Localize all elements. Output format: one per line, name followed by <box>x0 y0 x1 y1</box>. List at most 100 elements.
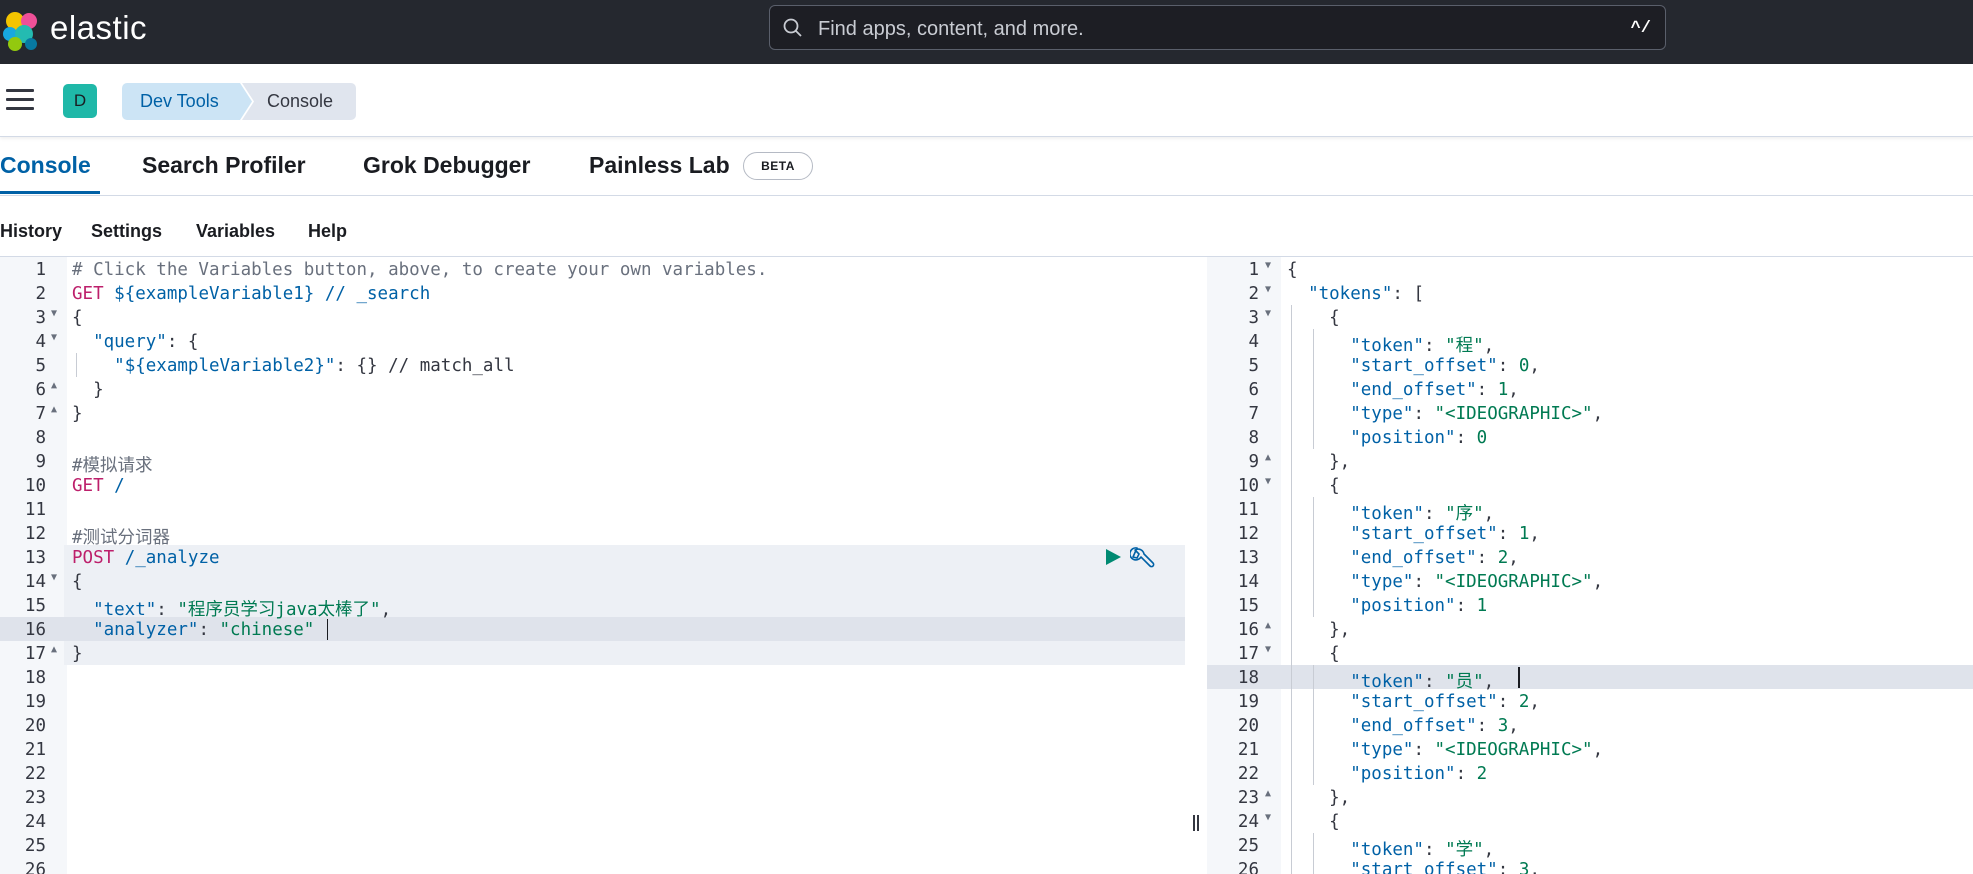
code-token: "type" <box>1350 740 1414 760</box>
code-line[interactable]: 10 ▼ { <box>1207 473 1973 497</box>
code-line[interactable]: 8 <box>0 425 1185 449</box>
space-avatar[interactable]: D <box>63 84 97 118</box>
code-line[interactable]: 4 "token": "程", <box>1207 329 1973 356</box>
hamburger-menu-icon[interactable] <box>6 89 34 111</box>
fold-open-icon[interactable]: ▼ <box>1265 284 1271 295</box>
pane-resizer-handle[interactable] <box>1188 257 1204 874</box>
code-line[interactable]: 13 POST /_analyze <box>0 545 1185 569</box>
code-line[interactable]: 18 <box>0 665 1185 689</box>
code-token: 1 <box>1476 596 1488 616</box>
code-line[interactable]: 18 "token": "员", <box>1207 665 1973 692</box>
line-number: 18 <box>24 668 46 688</box>
code-line[interactable]: 3 ▼ { <box>0 305 1185 329</box>
play-icon[interactable] <box>1104 548 1122 566</box>
history-button[interactable]: History <box>0 221 62 242</box>
code-line[interactable]: 24 <box>0 809 1185 833</box>
code-line[interactable]: 7 ▲} <box>0 401 1185 425</box>
code-line[interactable]: 16 "analyzer": "chinese" <box>0 617 1185 641</box>
fold-close-icon[interactable]: ▲ <box>51 404 57 415</box>
code-line[interactable]: 20 "end_offset": 3, <box>1207 713 1973 737</box>
code-line[interactable]: 26 "start_offset": 3, <box>1207 857 1973 874</box>
fold-close-icon[interactable]: ▲ <box>1265 620 1271 631</box>
code-line[interactable]: 3 ▼ { <box>1207 305 1973 329</box>
response-editor[interactable]: 1 ▼ {2 ▼ "tokens": [3 ▼ {4 "token": "程", 5 "s… <box>1207 257 1973 874</box>
tab-painless-lab[interactable]: Painless Lab <box>589 152 730 179</box>
fold-open-icon[interactable]: ▼ <box>1265 476 1271 487</box>
fold-close-icon[interactable]: ▲ <box>51 380 57 391</box>
code-text: { <box>72 308 83 328</box>
code-line[interactable]: 22 "position": 2 <box>1207 761 1973 785</box>
code-line[interactable]: 14 "type": "<IDEOGRAPHIC>", <box>1207 569 1973 593</box>
fold-open-icon[interactable]: ▼ <box>51 308 57 319</box>
fold-open-icon[interactable]: ▼ <box>1265 260 1271 271</box>
code-line[interactable]: 6 ▲ } <box>0 377 1185 401</box>
breadcrumb-dev-tools[interactable]: Dev Tools <box>122 83 252 120</box>
tab-console[interactable]: Console <box>0 152 91 179</box>
elastic-logo[interactable] <box>0 8 44 52</box>
code-line[interactable]: 2 GET ${exampleVariable1} // _search <box>0 281 1185 305</box>
code-line[interactable]: 12 "start_offset": 1, <box>1207 521 1973 545</box>
code-line[interactable]: 17 ▲} <box>0 641 1185 665</box>
code-line[interactable]: 5 "${exampleVariable2}": {} // match_all <box>0 353 1185 377</box>
request-editor[interactable]: 1 # Click the Variables button, above, to… <box>0 257 1185 874</box>
active-tab-indicator <box>0 191 100 194</box>
help-button[interactable]: Help <box>308 221 347 242</box>
line-number: 16 <box>24 620 46 640</box>
tab-search-profiler[interactable]: Search Profiler <box>142 152 306 179</box>
code-token: "end_offset" <box>1350 716 1477 736</box>
code-line[interactable]: 11 "token": "序", <box>1207 497 1973 524</box>
fold-open-icon[interactable]: ▼ <box>51 572 57 583</box>
code-line[interactable]: 4 ▼ "query": { <box>0 329 1185 353</box>
code-line[interactable]: 22 <box>0 761 1185 785</box>
code-line[interactable]: 5 "start_offset": 0, <box>1207 353 1973 377</box>
code-line[interactable]: 15 "text": "程序员学习java太棒了", <box>0 593 1185 620</box>
code-line[interactable]: 14 ▼ { <box>0 569 1185 593</box>
global-search[interactable]: Find apps, content, and more. ^/ <box>769 5 1666 50</box>
code-line[interactable]: 24 ▼ { <box>1207 809 1973 833</box>
fold-close-icon[interactable]: ▲ <box>1265 788 1271 799</box>
tab-grok-debugger[interactable]: Grok Debugger <box>363 152 530 179</box>
fold-open-icon[interactable]: ▼ <box>1265 308 1271 319</box>
code-line[interactable]: 6 "end_offset": 1, <box>1207 377 1973 401</box>
variables-button[interactable]: Variables <box>196 221 275 242</box>
code-line[interactable]: 17 ▼ { <box>1207 641 1973 665</box>
code-line[interactable]: 16 ▲ }, <box>1207 617 1973 641</box>
code-line[interactable]: 12 #测试分词器 <box>0 521 1185 548</box>
code-line[interactable]: 1 ▼ { <box>1207 257 1973 281</box>
code-line[interactable]: 2 ▼ "tokens": [ <box>1207 281 1973 305</box>
code-line[interactable]: 19 <box>0 689 1185 713</box>
code-line[interactable]: 8 "position": 0 <box>1207 425 1973 449</box>
brand-name[interactable]: elastic <box>50 9 147 47</box>
fold-open-icon[interactable]: ▼ <box>51 332 57 343</box>
code-line[interactable]: 21 "type": "<IDEOGRAPHIC>", <box>1207 737 1973 761</box>
code-line[interactable]: 19 "start_offset": 2, <box>1207 689 1973 713</box>
code-text: "end_offset": 2, <box>1287 548 1519 568</box>
fold-open-icon[interactable]: ▼ <box>1265 644 1271 655</box>
code-line[interactable]: 9 ▲ }, <box>1207 449 1973 473</box>
code-line[interactable]: 25 "token": "学", <box>1207 833 1973 860</box>
code-line[interactable]: 26 <box>0 857 1185 874</box>
fold-close-icon[interactable]: ▲ <box>51 644 57 655</box>
fold-open-icon[interactable]: ▼ <box>1265 812 1271 823</box>
code-line[interactable]: 23 ▲ }, <box>1207 785 1973 809</box>
code-line[interactable]: 10 GET / <box>0 473 1185 497</box>
settings-button[interactable]: Settings <box>91 221 162 242</box>
fold-close-icon[interactable]: ▲ <box>1265 452 1271 463</box>
code-line[interactable]: 20 <box>0 713 1185 737</box>
code-line[interactable]: 15 "position": 1 <box>1207 593 1973 617</box>
code-line[interactable]: 13 "end_offset": 2, <box>1207 545 1973 569</box>
code-line[interactable]: 21 <box>0 737 1185 761</box>
wrench-icon[interactable] <box>1130 545 1156 571</box>
code-line[interactable]: 9 #模拟请求 <box>0 449 1185 476</box>
code-line[interactable]: 25 <box>0 833 1185 857</box>
code-line[interactable]: 11 <box>0 497 1185 521</box>
code-text: { <box>1287 812 1340 832</box>
search-placeholder[interactable]: Find apps, content, and more. <box>818 18 1084 41</box>
code-line[interactable]: 1 # Click the Variables button, above, to… <box>0 257 1185 281</box>
code-line[interactable]: 7 "type": "<IDEOGRAPHIC>", <box>1207 401 1973 425</box>
code-token: }, <box>1287 620 1351 640</box>
code-token: , <box>1508 380 1519 400</box>
code-line[interactable]: 23 <box>0 785 1185 809</box>
